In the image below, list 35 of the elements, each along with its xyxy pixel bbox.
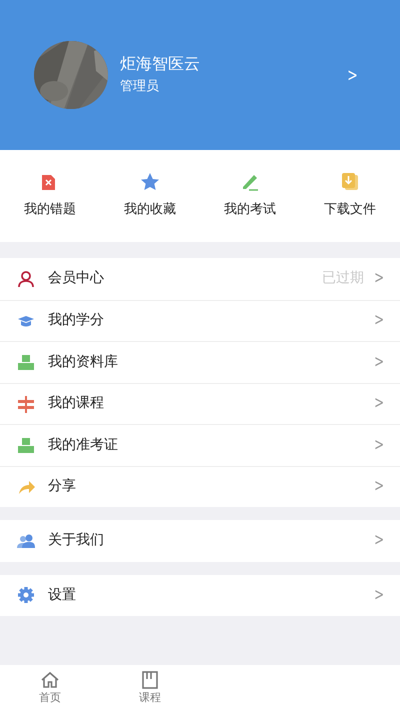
- shortcut-button[interactable]: 我的错题: [0, 172, 100, 220]
- people-icon: [16, 532, 36, 550]
- pencil-icon: [240, 172, 260, 192]
- home-icon: [40, 670, 60, 690]
- user-role: 管理员: [120, 78, 160, 96]
- chevron-icon: >: [374, 432, 384, 458]
- chevron-icon: >: [374, 350, 384, 375]
- download-file-icon: [340, 172, 360, 192]
- star-icon: [140, 172, 160, 192]
- person-icon: [16, 270, 36, 288]
- user-name: 炬海智医云: [120, 54, 201, 73]
- menu-label: 设置: [48, 586, 77, 605]
- menu-label: 关于我们: [48, 531, 105, 550]
- shortcut-button[interactable]: 下载文件: [300, 172, 400, 220]
- shortcut-button[interactable]: 我的收藏: [100, 172, 200, 220]
- chevron-icon: >: [374, 528, 384, 554]
- menu-label: 会员中心: [48, 269, 105, 288]
- chevron-icon: >: [374, 308, 384, 334]
- signpost-icon: [16, 394, 36, 413]
- shortcut-button[interactable]: 我的考试: [200, 172, 300, 220]
- gear-icon: [16, 586, 36, 604]
- menu-label: 我的课程: [48, 394, 105, 414]
- chevron-icon: >: [374, 474, 384, 500]
- tab-item[interactable]: 首页: [0, 665, 100, 711]
- printer-icon: [16, 353, 36, 372]
- menu-label: 分享: [48, 477, 77, 496]
- chevron-icon: >: [374, 266, 384, 292]
- printer-icon: [16, 436, 36, 454]
- menu-label: 我的资料库: [48, 352, 119, 372]
- chevron-icon: >: [374, 391, 384, 416]
- book-icon: [140, 670, 160, 690]
- tab-item[interactable]: 课程: [100, 665, 200, 711]
- chevron-icon: >: [374, 582, 384, 608]
- menu-label: 我的准考证: [48, 436, 119, 455]
- menu-label: 我的学分: [48, 311, 105, 330]
